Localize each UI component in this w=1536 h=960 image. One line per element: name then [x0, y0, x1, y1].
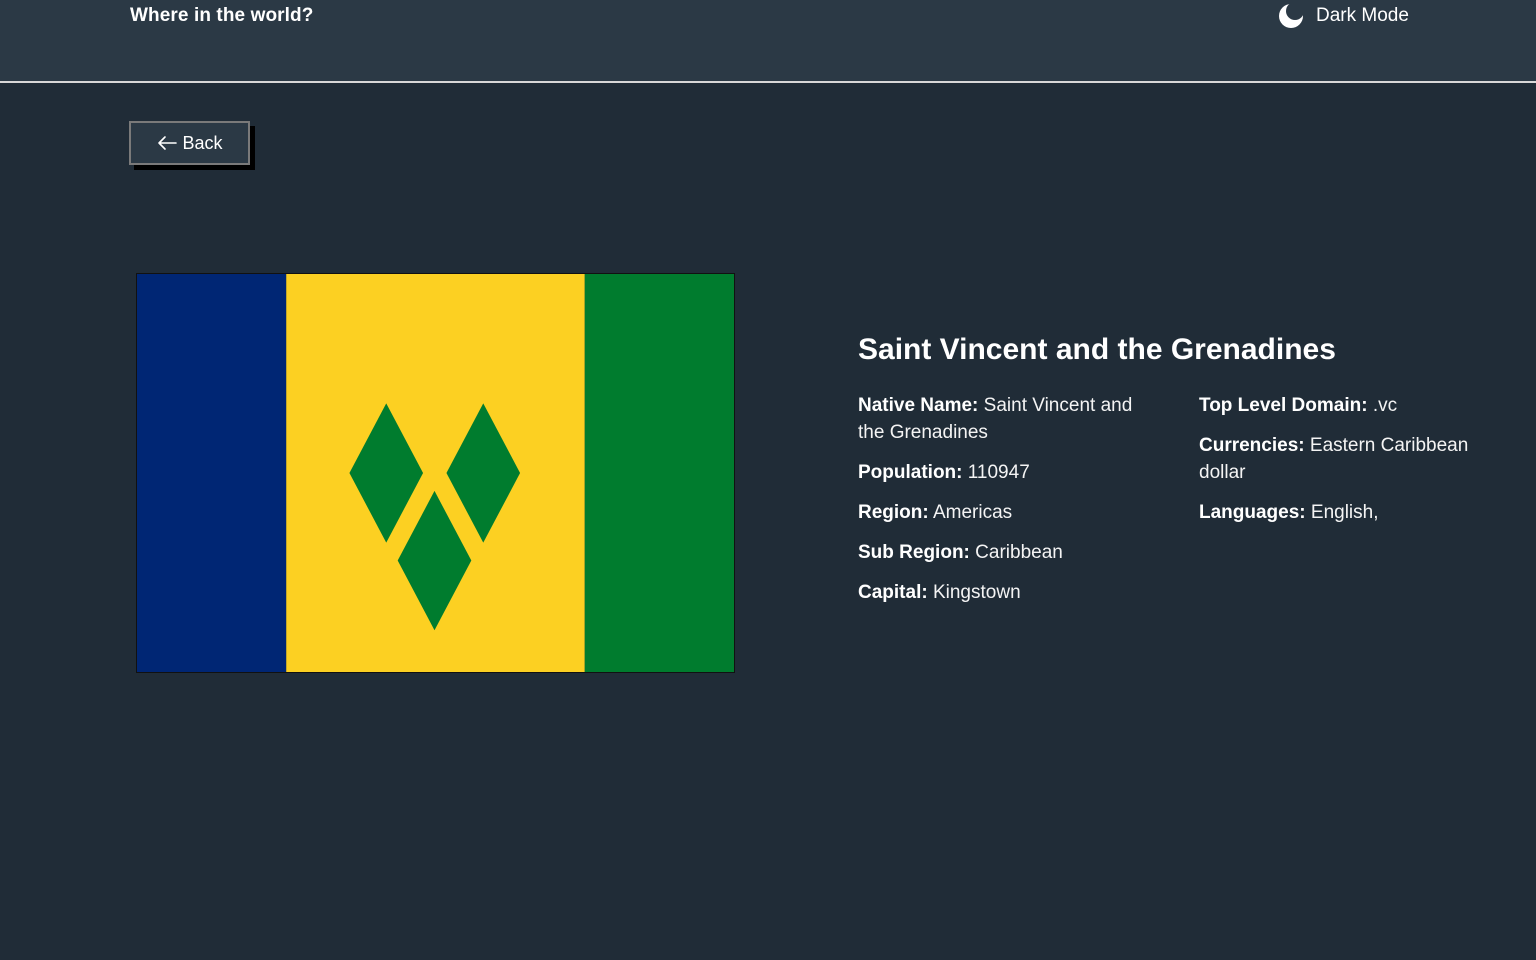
- sub-region-label: Sub Region:: [858, 542, 970, 563]
- sub-region-row: Sub Region: Caribbean: [858, 539, 1158, 566]
- sub-region-value: Caribbean: [975, 542, 1063, 563]
- info-column-right: Top Level Domain: .vc Currencies: Easter…: [1199, 392, 1489, 539]
- arrow-left-icon: [158, 136, 178, 150]
- top-level-domain-value: .vc: [1372, 395, 1398, 416]
- native-name-label: Native Name:: [858, 395, 979, 416]
- flag-image: [137, 274, 734, 672]
- region-row: Region: Americas: [858, 499, 1158, 526]
- app-title: Where in the world?: [130, 5, 314, 26]
- region-value: Americas: [932, 502, 1013, 523]
- dark-mode-label: Dark Mode: [1316, 5, 1409, 26]
- country-flag: [136, 273, 735, 673]
- back-button[interactable]: Back: [129, 121, 250, 165]
- moon-icon: [1279, 4, 1303, 28]
- info-column-left: Native Name: Saint Vincent and the Grena…: [858, 392, 1158, 619]
- languages-label: Languages:: [1199, 502, 1306, 523]
- back-button-label: Back: [182, 132, 223, 153]
- flag-blue-band: [137, 274, 287, 672]
- currencies-row: Currencies: Eastern Caribbean dollar: [1199, 432, 1489, 486]
- capital-row: Capital: Kingstown: [858, 579, 1158, 606]
- population-label: Population:: [858, 462, 963, 483]
- currencies-label: Currencies:: [1199, 435, 1305, 456]
- capital-value: Kingstown: [932, 582, 1021, 603]
- capital-label: Capital:: [858, 582, 928, 603]
- languages-value: English,: [1310, 502, 1379, 523]
- flag-green-band: [584, 274, 734, 672]
- population-value: 110947: [967, 462, 1030, 483]
- region-label: Region:: [858, 502, 929, 523]
- country-details: Saint Vincent and the Grenadines Native …: [858, 330, 1498, 603]
- top-level-domain-label: Top Level Domain:: [1199, 395, 1368, 416]
- languages-row: Languages: English,: [1199, 499, 1489, 526]
- top-level-domain-row: Top Level Domain: .vc: [1199, 392, 1489, 419]
- native-name-row: Native Name: Saint Vincent and the Grena…: [858, 392, 1158, 446]
- country-name: Saint Vincent and the Grenadines: [858, 333, 1336, 366]
- population-row: Population: 110947: [858, 459, 1158, 486]
- dark-mode-toggle[interactable]: Dark Mode: [1278, 3, 1409, 29]
- app-header: Where in the world? Dark Mode: [0, 0, 1536, 83]
